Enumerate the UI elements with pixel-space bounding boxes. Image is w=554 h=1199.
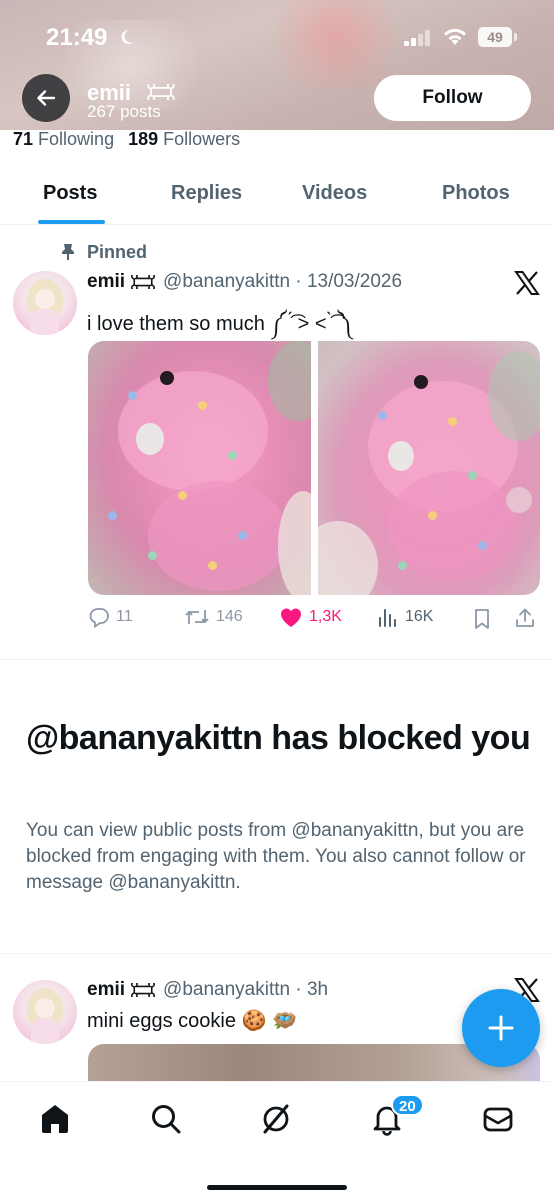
grok-icon[interactable] — [259, 1102, 293, 1136]
active-tab-indicator — [38, 220, 105, 224]
signal-icon — [404, 30, 430, 46]
author-name[interactable]: emii — [87, 271, 125, 292]
repost-count: 146 — [216, 608, 243, 625]
views-button[interactable]: 16K — [377, 606, 433, 628]
tab-videos[interactable]: Videos — [302, 182, 367, 205]
blocked-title: @bananyakittn has blocked you — [26, 719, 531, 757]
reply-icon — [89, 608, 109, 628]
home-indicator — [207, 1185, 347, 1190]
bone-icon — [131, 274, 156, 289]
pinned-label: Pinned — [87, 242, 148, 262]
divider — [0, 953, 554, 954]
like-count: 1,3K — [309, 608, 342, 625]
views-icon — [379, 609, 396, 627]
post-header: emii @bananyakittn · 13/03/2026 — [87, 271, 402, 293]
moon-icon — [121, 29, 133, 44]
share-icon[interactable] — [514, 607, 536, 629]
followers-link[interactable]: 189 Followers — [128, 129, 240, 149]
status-time: 21:49 — [46, 24, 108, 51]
following-label: Following — [38, 129, 115, 149]
following-count: 71 — [13, 129, 34, 149]
bone-icon — [131, 982, 156, 997]
compose-plus-icon — [488, 1015, 514, 1041]
handle-time: @bananyakittn · 3h — [163, 979, 329, 1000]
compose-button[interactable] — [462, 989, 540, 1067]
avatar[interactable] — [13, 271, 77, 335]
profile-tabs: Posts Replies Videos Photos — [0, 168, 554, 225]
bone-icon — [147, 84, 175, 100]
blocked-body: You can view public posts from @bananyak… — [26, 820, 526, 893]
following-link[interactable]: 71 Following — [13, 129, 114, 149]
author-name[interactable]: emii — [87, 979, 125, 1000]
followers-count: 189 — [128, 129, 159, 149]
follow-button[interactable]: Follow — [374, 75, 531, 121]
mail-icon[interactable] — [481, 1102, 515, 1136]
avatar[interactable] — [13, 980, 77, 1044]
post-text: mini eggs cookie 🍪 🪺 — [87, 1010, 297, 1032]
back-arrow-icon — [37, 90, 56, 106]
repost-icon — [185, 610, 209, 624]
reply-count: 11 — [116, 608, 133, 625]
post-header: emii @bananyakittn · 3h — [87, 979, 328, 1001]
tab-posts[interactable]: Posts — [43, 182, 97, 205]
tab-replies[interactable]: Replies — [171, 182, 242, 205]
notification-badge: 20 — [391, 1094, 424, 1116]
divider — [0, 659, 554, 660]
heart-icon — [280, 608, 302, 627]
home-icon[interactable] — [38, 1102, 72, 1136]
bottom-nav: 20 — [0, 1081, 554, 1199]
like-button[interactable]: 1,3K — [279, 606, 342, 628]
post-image-left[interactable] — [88, 341, 311, 595]
handle-date: @bananyakittn · 13/03/2026 — [163, 271, 403, 292]
follow-stats: 71 Following 189 Followers — [13, 129, 240, 150]
x-logo-icon[interactable] — [514, 271, 540, 295]
repost-button[interactable]: 146 — [184, 606, 243, 628]
views-count: 16K — [405, 608, 434, 625]
followers-label: Followers — [163, 129, 241, 149]
post-image-right[interactable] — [318, 341, 540, 595]
post-actions: 11 146 1,3K 16K — [88, 606, 540, 634]
wifi-icon — [444, 28, 466, 45]
battery-tip — [514, 33, 517, 41]
search-icon[interactable] — [149, 1102, 183, 1136]
reply-button[interactable]: 11 — [88, 606, 133, 628]
pin-icon — [62, 244, 74, 260]
back-button[interactable] — [22, 74, 70, 122]
battery-icon: 49 — [478, 27, 512, 47]
tab-photos[interactable]: Photos — [442, 182, 510, 205]
profile-header-banner: 21:49 49 emii 267 posts Follow — [0, 0, 554, 130]
post-count: 267 posts — [87, 102, 161, 121]
bookmark-icon[interactable] — [472, 608, 492, 630]
